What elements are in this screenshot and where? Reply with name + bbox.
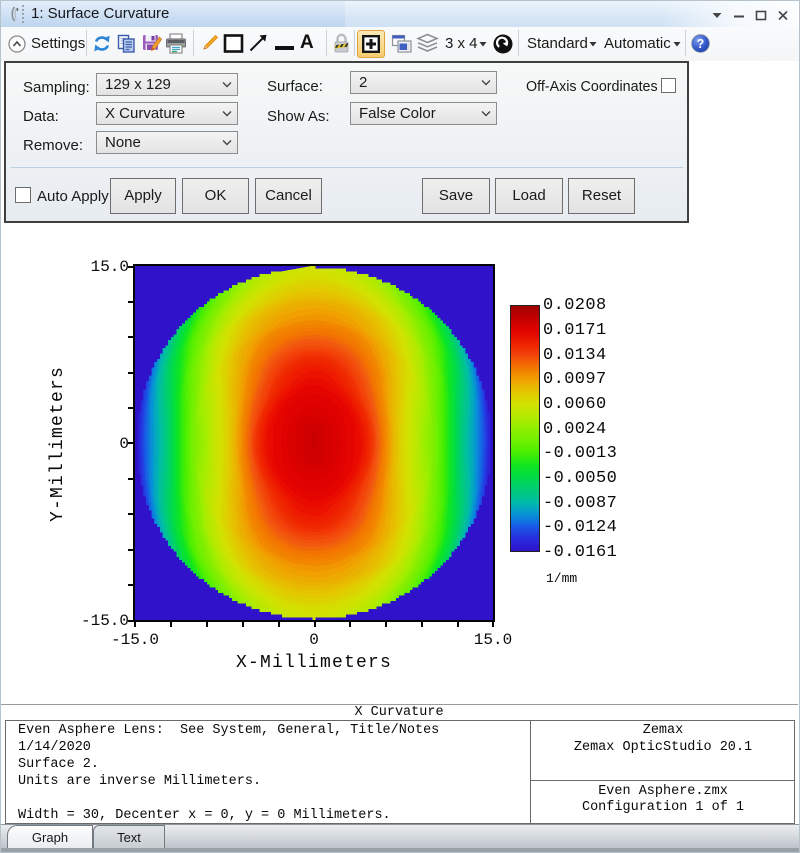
svg-text:?: ? [697,37,705,51]
